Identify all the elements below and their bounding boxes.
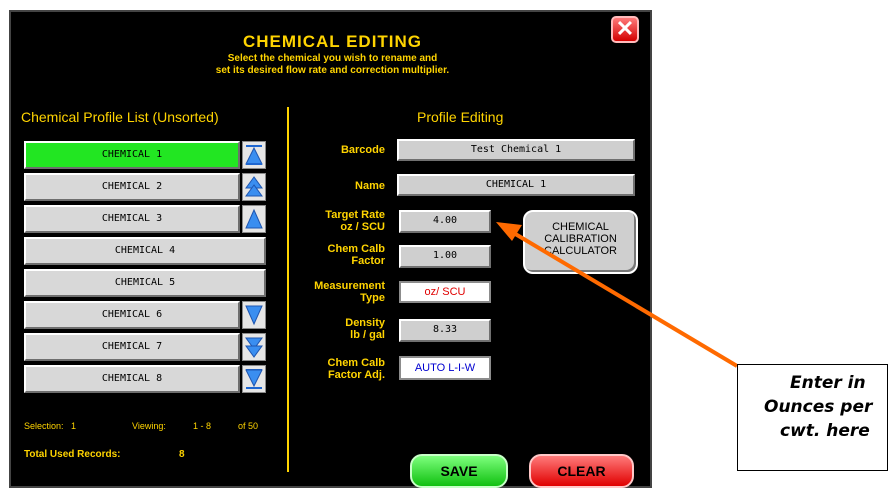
callout-line2: Ounces per — [764, 397, 873, 417]
arrow-head — [496, 222, 522, 241]
callout-line1: Enter in — [790, 373, 866, 393]
callout-line3: cwt. here — [780, 421, 870, 441]
arrow-shaft — [510, 230, 739, 368]
annotation-callout: Enter in Ounces per cwt. here — [737, 364, 888, 471]
